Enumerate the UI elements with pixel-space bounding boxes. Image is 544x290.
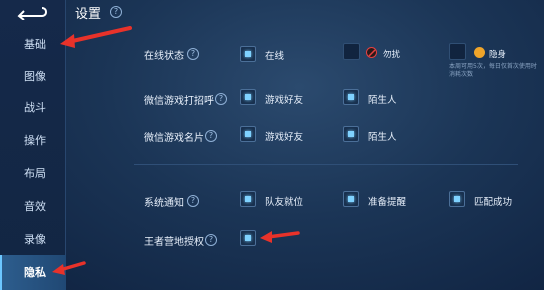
ready-reminder-checkbox[interactable] — [343, 191, 359, 207]
dnd-option-label: 勿扰 — [383, 50, 401, 60]
card-friends-checkbox[interactable] — [240, 126, 256, 142]
sidebar-item-label: 布局 — [24, 167, 46, 180]
sidebar-item-label: 战斗 — [24, 101, 46, 114]
card-strangers-checkbox[interactable] — [343, 126, 359, 142]
greeting-strangers-label: 陌生人 — [368, 95, 397, 106]
annotation-arrow — [52, 261, 86, 275]
sidebar-item-replay[interactable]: 录像 — [0, 225, 66, 255]
help-icon[interactable]: ? — [110, 6, 122, 18]
help-icon[interactable]: ? — [215, 93, 227, 105]
system-notice-label: 系统通知 — [144, 198, 184, 209]
greeting-friends-label: 游戏好友 — [265, 95, 304, 106]
help-icon[interactable]: ? — [187, 48, 199, 60]
sidebar-item-label: 基础 — [24, 38, 46, 51]
sidebar-item-label: 隐私 — [24, 266, 46, 279]
camp-auth-checkbox[interactable] — [240, 230, 256, 246]
section-divider — [134, 164, 518, 165]
online-option-label: 在线 — [265, 51, 285, 62]
invisible-option-label: 隐身 — [489, 50, 507, 60]
help-icon[interactable]: ? — [187, 195, 199, 207]
online-status-label: 在线状态 — [144, 51, 184, 62]
sidebar-item-label: 录像 — [24, 233, 46, 246]
sidebar-item-layout[interactable]: 布局 — [0, 159, 66, 189]
teammate-ready-label: 队友就位 — [265, 197, 304, 208]
dnd-icon — [366, 47, 377, 58]
match-success-checkbox[interactable] — [449, 191, 465, 207]
invisible-checkbox[interactable] — [449, 43, 466, 60]
match-success-label: 匹配成功 — [474, 197, 513, 208]
sidebar-item-label: 图像 — [24, 70, 46, 83]
greeting-friends-checkbox[interactable] — [240, 89, 256, 105]
card-friends-label: 游戏好友 — [265, 132, 304, 143]
sidebar-item-combat[interactable]: 战斗 — [0, 93, 66, 123]
dnd-checkbox[interactable] — [343, 43, 360, 60]
sidebar-item-label: 操作 — [24, 134, 46, 147]
help-icon[interactable]: ? — [205, 130, 217, 142]
invisible-note: 本周可用5次，每日仅首次使用时消耗次数 — [449, 63, 537, 78]
wechat-greeting-label: 微信游戏打招呼 — [144, 96, 214, 107]
sidebar-item-graphics[interactable]: 图像 — [0, 62, 66, 92]
sidebar-item-controls[interactable]: 操作 — [0, 126, 66, 156]
sidebar: 基础 图像 战斗 操作 布局 音效 录像 隐私 — [0, 0, 66, 290]
annotation-arrow — [260, 231, 300, 243]
online-checkbox[interactable] — [240, 46, 256, 62]
back-icon[interactable] — [12, 4, 48, 20]
sidebar-item-sound[interactable]: 音效 — [0, 192, 66, 222]
annotation-arrow — [60, 26, 132, 48]
invisible-icon — [474, 47, 485, 58]
greeting-strangers-checkbox[interactable] — [343, 89, 359, 105]
sidebar-item-label: 音效 — [24, 200, 46, 213]
page-title: 设置 — [75, 7, 102, 22]
help-icon[interactable]: ? — [205, 234, 217, 246]
wechat-card-label: 微信游戏名片 — [144, 133, 204, 144]
card-strangers-label: 陌生人 — [368, 132, 397, 143]
teammate-ready-checkbox[interactable] — [240, 191, 256, 207]
ready-reminder-label: 准备提醒 — [368, 197, 407, 208]
sidebar-item-basic[interactable]: 基础 — [0, 30, 66, 60]
camp-auth-label: 王者营地授权 — [144, 237, 204, 248]
